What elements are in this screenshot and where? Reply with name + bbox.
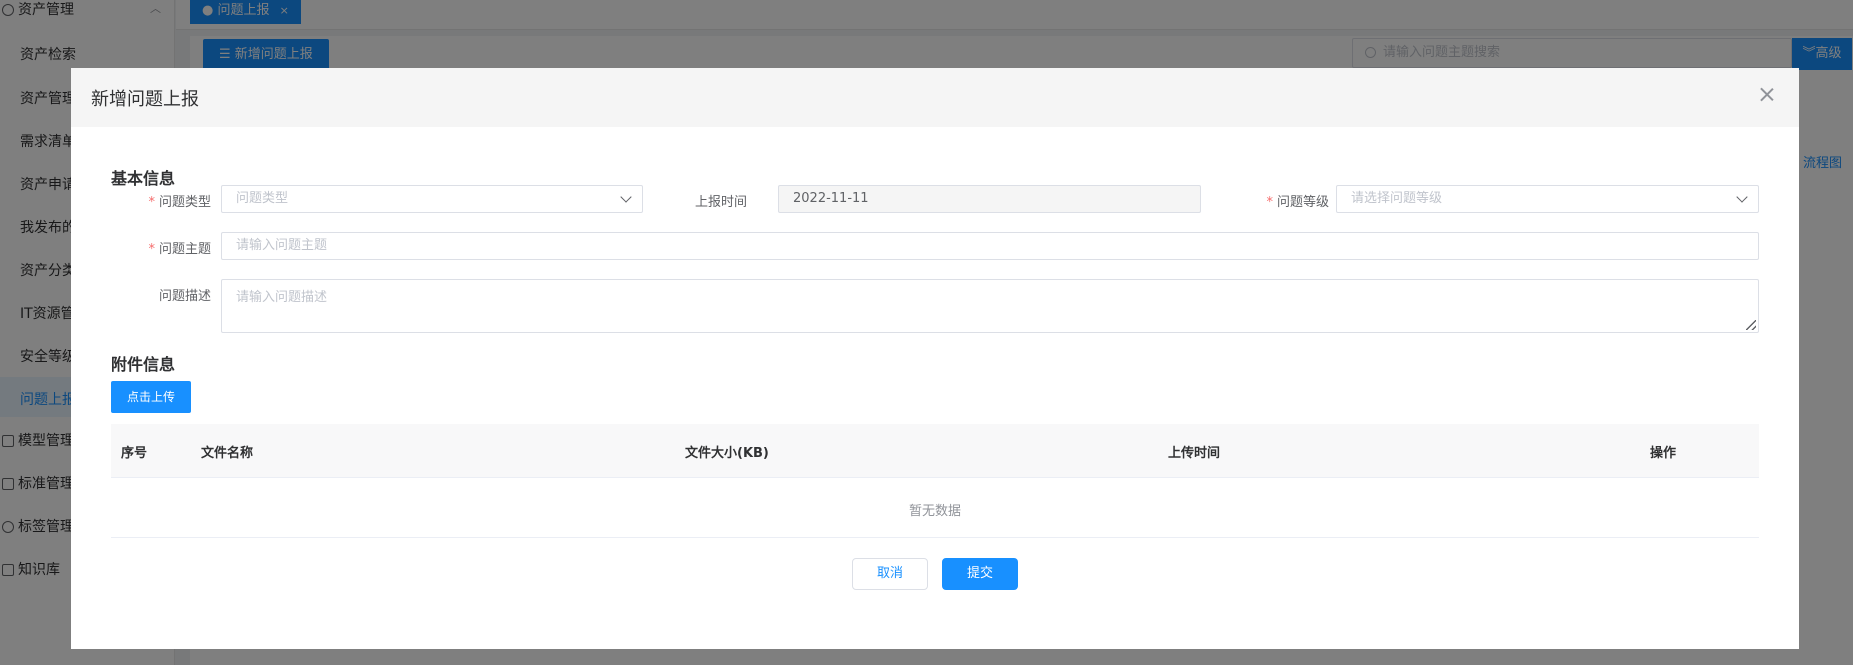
issue-type-placeholder: 问题类型 xyxy=(236,191,289,206)
add-issue-dialog: 新增问题上报 基本信息 * 问题类型 问题类型 上报时间 2022-11-11 *… xyxy=(71,68,1799,649)
dialog-title: 新增问题上报 xyxy=(91,89,199,110)
issue-subject-input[interactable]: 请输入问题主题 xyxy=(221,232,1759,260)
report-time-value: 2022-11-11 xyxy=(793,191,869,206)
issue-desc-label: 问题描述 xyxy=(158,289,211,304)
issue-level-label-text: 问题等级 xyxy=(1276,195,1329,210)
issue-level-select[interactable]: 请选择问题等级 xyxy=(1336,185,1759,213)
column-header: 文件大小(KB) xyxy=(685,446,769,461)
required-mark: * xyxy=(1266,195,1273,210)
column-header: 上传时间 xyxy=(1168,446,1221,461)
issue-subject-placeholder: 请输入问题主题 xyxy=(236,238,328,253)
table-body: 暂无数据 xyxy=(111,478,1759,538)
empty-text: 暂无数据 xyxy=(908,504,961,519)
issue-type-label: * 问题类型 xyxy=(131,191,211,210)
required-mark: * xyxy=(148,195,155,210)
resize-handle-icon[interactable] xyxy=(1746,320,1756,330)
issue-type-label-text: 问题类型 xyxy=(158,195,211,210)
report-time-label: 上报时间 xyxy=(694,195,747,210)
column-header: 序号 xyxy=(121,446,148,461)
dialog-header: 新增问题上报 xyxy=(71,68,1799,127)
close-icon[interactable] xyxy=(1755,83,1779,107)
submit-button[interactable]: 提交 xyxy=(942,558,1018,590)
chevron-down-icon xyxy=(620,191,632,203)
table-header: 序号 文件名称 文件大小(KB) 上传时间 操作 xyxy=(111,424,1759,478)
section-basic-info: 基本信息 xyxy=(111,169,176,188)
report-time-field: 2022-11-11 xyxy=(778,185,1201,213)
issue-desc-textarea[interactable]: 请输入问题描述 xyxy=(221,279,1759,333)
required-mark: * xyxy=(148,242,155,257)
attachment-table: 序号 文件名称 文件大小(KB) 上传时间 操作 暂无数据 xyxy=(111,424,1759,538)
issue-level-label: * 问题等级 xyxy=(1241,191,1329,210)
cancel-button[interactable]: 取消 xyxy=(852,558,928,590)
issue-desc-placeholder: 请输入问题描述 xyxy=(236,290,328,305)
issue-type-select[interactable]: 问题类型 xyxy=(221,185,643,213)
column-header: 操作 xyxy=(1650,446,1677,461)
upload-button[interactable]: 点击上传 xyxy=(111,381,191,413)
chevron-down-icon xyxy=(1736,191,1748,203)
column-header: 文件名称 xyxy=(201,446,254,461)
issue-level-placeholder: 请选择问题等级 xyxy=(1351,191,1443,206)
issue-subject-label-text: 问题主题 xyxy=(158,242,211,257)
issue-subject-label: * 问题主题 xyxy=(131,238,211,257)
section-attachment-info: 附件信息 xyxy=(111,355,176,374)
